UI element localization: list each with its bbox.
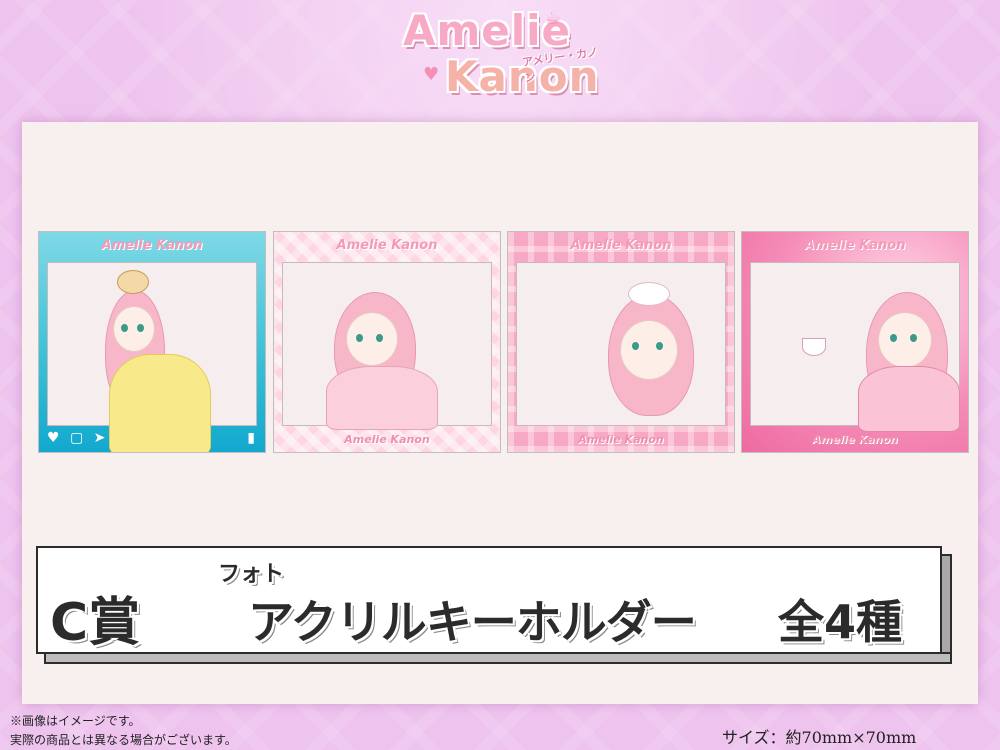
character-illustration <box>304 282 464 432</box>
card-brand-bottom: Amelie Kanon <box>578 433 664 446</box>
card-brand-top: Amelie Kanon <box>101 238 203 253</box>
teacup-icon: ☕ <box>545 8 562 29</box>
card-brand-bottom: Amelie Kanon <box>344 433 430 446</box>
brand-logo: Amelie ☕ Kanon アメリー・カノン ♥ <box>395 4 610 104</box>
prize-label: C賞 <box>50 593 141 653</box>
keyholder-card-4: Amelie Kanon Amelie Kanon <box>741 231 969 453</box>
title-ruby: フォト <box>218 562 285 587</box>
keyholder-card-2: Amelie Kanon Amelie Kanon <box>273 231 501 453</box>
card-brand-top: Amelie Kanon <box>336 238 438 253</box>
disclaimer-line-1: ※画像はイメージです。 <box>10 714 141 728</box>
character-illustration <box>802 276 962 436</box>
bookmark-icon: ▮ <box>247 430 255 446</box>
social-icons: ♥ ▢ ➤ <box>47 430 109 446</box>
keyholder-card-1: Amelie Kanon ♥ ▢ ➤ ▮ <box>38 231 266 453</box>
card-brand-top: Amelie Kanon <box>804 238 906 253</box>
keyholder-card-3: Amelie Kanon Amelie Kanon <box>507 231 735 453</box>
variant-count: 全4種 <box>778 595 903 649</box>
disclaimer-line-2: 実際の商品とは異なる場合がございます。 <box>10 733 237 747</box>
size-info: サイズ：約70mm×70mm <box>722 728 917 747</box>
product-title: アクリルキーホルダー <box>248 595 697 649</box>
character-illustration <box>598 276 718 436</box>
character-illustration <box>99 270 219 452</box>
card-brand-bottom: Amelie Kanon <box>812 433 898 446</box>
heart-icon: ♥ <box>423 64 440 85</box>
card-brand-top: Amelie Kanon <box>570 238 672 253</box>
